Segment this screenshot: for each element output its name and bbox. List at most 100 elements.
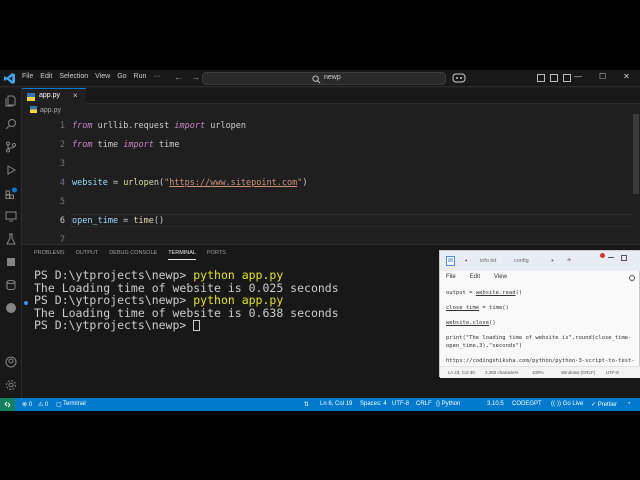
line-ending[interactable]: CRLF [416, 401, 432, 407]
python-version[interactable]: 3.10.5 [487, 401, 504, 407]
panel-tab-ports[interactable]: PORTS [207, 250, 226, 260]
menu-go[interactable]: Go [117, 73, 126, 80]
notepad-app-icon [446, 256, 455, 266]
run-debug-icon[interactable] [5, 164, 17, 176]
account-icon[interactable] [5, 356, 17, 368]
forward-arrow-icon[interactable]: → [191, 72, 200, 82]
panel-tab-terminal[interactable]: TERMINAL [168, 250, 196, 260]
notepad-tab-config[interactable]: config [514, 258, 529, 264]
menu-edit[interactable]: Edit [40, 73, 52, 80]
settings-gear-icon[interactable] [5, 379, 17, 391]
terminal-output[interactable]: PS D:\ytprojects\newp> python app.py The … [34, 269, 339, 332]
prettier-status[interactable]: ✓ Prettier [591, 401, 617, 408]
notepad-encoding[interactable]: UTF-8 [606, 370, 619, 375]
indentation[interactable]: Spaces: 4 [360, 401, 387, 407]
notepad-text: open_time,3),"seconds") [446, 342, 523, 349]
language-mode[interactable]: {} Python [436, 401, 460, 407]
activity-bar [0, 88, 22, 398]
docker-icon[interactable] [5, 256, 17, 268]
toggle-panel-icon[interactable] [550, 74, 558, 82]
notepad-menu-view[interactable]: View [494, 274, 507, 280]
scrollbar-thumb[interactable] [633, 114, 639, 194]
menu-run[interactable]: Run [134, 73, 147, 80]
copilot-icon[interactable] [452, 73, 466, 83]
command-center-search[interactable]: newp [202, 72, 446, 85]
remote-indicator[interactable] [0, 398, 15, 411]
menu-selection[interactable]: Selection [59, 73, 88, 80]
go-live-button[interactable]: ((·)) Go Live [551, 401, 583, 407]
code-token: website [72, 178, 108, 188]
notepad-cursor-position: Ln 23, Col 30 [448, 370, 475, 375]
remote-explorer-icon[interactable] [5, 210, 17, 222]
terminal-status[interactable]: Terminal [63, 401, 86, 407]
close-window-icon[interactable]: ✕ [623, 72, 630, 81]
notepad-line [446, 313, 640, 321]
minimize-icon[interactable]: — [574, 72, 582, 81]
notepad-tab-info[interactable]: info.txt [480, 258, 496, 264]
close-tab-icon[interactable]: × [73, 91, 78, 100]
new-tab-icon[interactable]: + [567, 256, 571, 264]
notepad-menu-edit[interactable]: Edit [470, 274, 480, 280]
back-arrow-icon[interactable]: ← [174, 72, 183, 82]
tab-scroll-right-icon[interactable]: ▸ [551, 257, 555, 264]
breadcrumb[interactable]: app.py [30, 106, 61, 114]
notepad-eol[interactable]: Windows (CRLF) [561, 370, 595, 375]
toggle-secondary-sidebar-icon[interactable] [563, 74, 571, 82]
notepad-text-area[interactable]: output = website.read() close_time = time… [446, 290, 640, 365]
warnings-count[interactable]: ⚠ 0 [38, 401, 48, 408]
terminal-command-decoration [24, 301, 28, 305]
restore-icon[interactable]: ☐ [599, 72, 606, 81]
line-number: 5 [59, 197, 65, 207]
codegpt-extension[interactable]: CODEGPT [512, 401, 542, 407]
notepad-menu: File Edit View [446, 274, 507, 280]
sync-icon[interactable]: ⇅ [304, 401, 309, 408]
code-token: time [133, 216, 154, 226]
code-token: () [153, 216, 165, 226]
code-line[interactable]: open_time = time() [72, 216, 164, 226]
cursor-position[interactable]: Ln 6, Col 19 [320, 401, 352, 407]
terminal-cursor [193, 320, 201, 332]
notepad-maximize-icon[interactable] [621, 255, 627, 261]
panel-tab-problems[interactable]: PROBLEMS [34, 250, 65, 260]
breadcrumb-file[interactable]: app.py [40, 107, 61, 114]
panel-tab-output[interactable]: OUTPUT [76, 250, 99, 260]
search-view-icon[interactable] [5, 118, 17, 130]
menu-bar: File Edit Selection View Go Run ··· [22, 73, 160, 80]
recording-dot-icon [600, 253, 605, 258]
notepad-line: print("The loading time of website is",r… [446, 335, 640, 343]
encoding[interactable]: UTF-8 [392, 401, 409, 407]
code-line[interactable]: from urllib.request import urlopen [72, 121, 246, 131]
toggle-sidebar-icon[interactable] [537, 74, 545, 82]
editor-scrollbar[interactable] [632, 104, 640, 244]
notepad-text: https://codingshiksha.com/python/python-… [446, 357, 635, 364]
extensions-icon[interactable] [5, 187, 17, 199]
menu-file[interactable]: File [22, 73, 33, 80]
menu-view[interactable]: View [95, 73, 110, 80]
database-icon[interactable] [5, 279, 17, 291]
code-editor[interactable]: 1 from urllib.request import urlopen 2 from… [22, 116, 639, 245]
panel-tab-debug-console[interactable]: DEBUG CONSOLE [109, 250, 157, 260]
explorer-icon[interactable] [5, 95, 17, 107]
errors-count[interactable]: ⊗ 0 [22, 401, 32, 408]
notepad-line: open_time,3),"seconds") [446, 343, 640, 351]
testing-icon[interactable] [5, 233, 17, 245]
notepad-zoom[interactable]: 100% [532, 370, 544, 375]
source-control-icon[interactable] [5, 141, 17, 153]
notepad-minimize-icon[interactable] [608, 257, 614, 258]
notepad-line: https://codingshiksha.com/python/python-… [446, 358, 640, 366]
tab-app-py[interactable]: app.py × [22, 88, 86, 104]
menu-more[interactable]: ··· [153, 73, 160, 80]
notepad-menu-file[interactable]: File [446, 274, 456, 280]
nav-arrows: ← → [174, 72, 200, 82]
terminal-icon[interactable]: ▢ [56, 401, 62, 408]
code-line[interactable]: website = urlopen("https://www.sitepoint… [72, 178, 307, 188]
live-share-icon[interactable] [5, 302, 17, 314]
code-token: = [118, 216, 134, 226]
notepad-settings-icon[interactable] [628, 274, 636, 282]
code-token: import [174, 121, 206, 131]
remote-icon [4, 401, 11, 408]
notifications-bell-icon[interactable]: ◔ [627, 401, 631, 407]
code-line[interactable]: from time import time [72, 140, 180, 150]
tab-scroll-left-icon[interactable]: ◂ [464, 257, 468, 264]
code-token: from [72, 121, 93, 131]
